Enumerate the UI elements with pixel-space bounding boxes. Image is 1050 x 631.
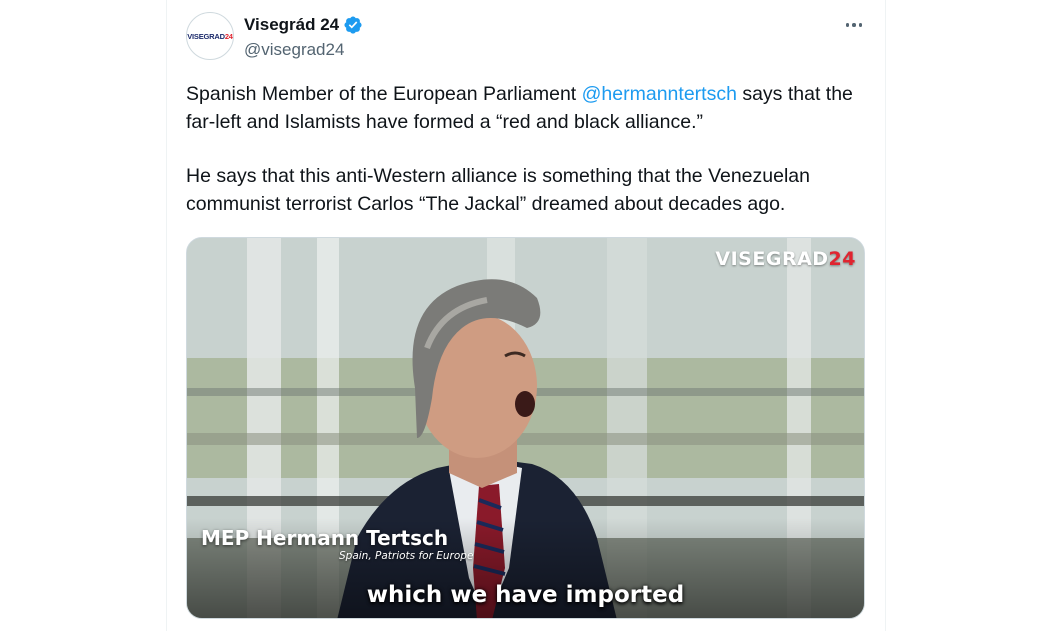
timeline-border-left	[166, 0, 167, 631]
author-name-row: Visegrád 24	[244, 14, 363, 36]
video-frame-illustration	[187, 238, 864, 618]
lower-third-subtitle: Spain, Patriots for Europe	[339, 550, 474, 562]
tweet-paragraph-1: Spanish Member of the European Parliamen…	[186, 83, 853, 133]
video-caption: which we have imported	[366, 582, 685, 608]
more-options-icon[interactable]	[842, 14, 866, 36]
tweet-text: Spanish Member of the European Parliamen…	[186, 80, 876, 218]
handle[interactable]: @visegrad24	[244, 40, 344, 60]
tweet-paragraph-2: He says that this anti-Western alliance …	[186, 165, 810, 215]
mention-link[interactable]: @hermanntertsch	[582, 83, 737, 105]
display-name[interactable]: Visegrád 24	[244, 15, 339, 35]
timeline-border-right	[885, 0, 886, 631]
verified-badge-icon	[344, 16, 362, 34]
video-player[interactable]: VISEGRAD24 MEP Hermann Tertsch Spain, Pa…	[186, 237, 865, 619]
avatar-logo-text: VISEGRAD24	[187, 31, 233, 41]
video-watermark: VISEGRAD24	[715, 248, 856, 270]
avatar[interactable]: VISEGRAD24	[186, 12, 234, 60]
lower-third-name: MEP Hermann Tertsch	[201, 526, 449, 550]
